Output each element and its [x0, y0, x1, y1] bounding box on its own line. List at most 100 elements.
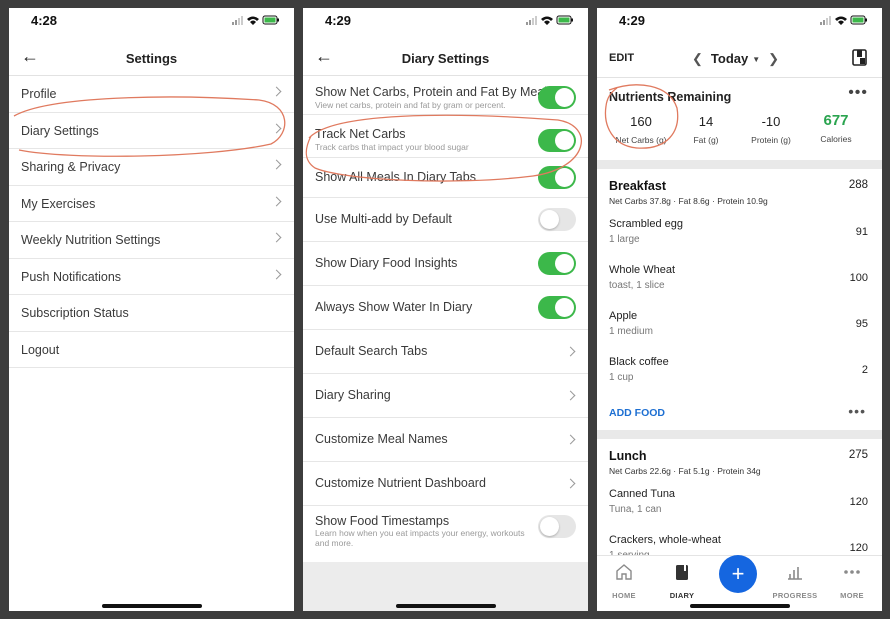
- status-icons: [526, 15, 573, 25]
- date-label: Today: [710, 51, 749, 66]
- chevron-right-icon: [271, 123, 282, 133]
- tab-diary[interactable]: DIARY: [657, 562, 707, 600]
- food-item[interactable]: Whole Wheat toast, 1 slice 100: [597, 259, 882, 305]
- settings-item-sharing-privacy[interactable]: Sharing & Privacy: [9, 149, 294, 186]
- settings-item-label: Subscription Status: [21, 306, 129, 320]
- setting-customize-nutrient-dashboard[interactable]: Customize Nutrient Dashboard: [303, 462, 588, 506]
- page-title: Diary Settings: [401, 51, 490, 66]
- toggle-knob: [555, 254, 574, 273]
- setting-customize-meal-names[interactable]: Customize Meal Names: [303, 418, 588, 462]
- settings-screen: 4:28 ← Settings Profile Diary Settings S…: [9, 8, 294, 611]
- food-item[interactable]: Apple 1 medium 95: [597, 305, 882, 351]
- section-divider: [597, 160, 882, 169]
- toggle-switch[interactable]: [538, 129, 576, 152]
- settings-item-push-notifications[interactable]: Push Notifications: [9, 259, 294, 295]
- settings-item-weekly-nutrition[interactable]: Weekly Nutrition Settings: [9, 222, 294, 259]
- chevron-right-icon: [565, 346, 576, 357]
- setting-label: Customize Meal Names: [315, 432, 448, 446]
- food-calories: 120: [849, 496, 868, 508]
- add-food-button[interactable]: ADD FOOD: [609, 407, 665, 419]
- food-calories: 2: [861, 364, 868, 376]
- date-selector[interactable]: ❮ Today ▼ ❯: [692, 51, 779, 67]
- settings-item-my-exercises[interactable]: My Exercises: [9, 186, 294, 222]
- toggle-switch[interactable]: [538, 166, 576, 189]
- toggle-switch[interactable]: [538, 86, 576, 109]
- setting-label: Diary Sharing: [315, 388, 391, 402]
- chevron-right-icon: [271, 269, 282, 279]
- food-item[interactable]: Canned Tuna Tuna, 1 can 120: [597, 483, 882, 529]
- food-item[interactable]: Black coffee 1 cup 2: [597, 351, 882, 397]
- toggle-knob: [540, 210, 559, 229]
- diary-icon: [676, 565, 688, 580]
- meal-macros: Net Carbs 22.6g · Fat 5.1g · Protein 34g: [609, 466, 761, 476]
- tab-home[interactable]: HOME: [599, 562, 649, 600]
- nutrients-remaining-card[interactable]: Nutrients Remaining ••• 160 Net Carbs (g…: [597, 78, 882, 160]
- setting-diary-sharing[interactable]: Diary Sharing: [303, 374, 588, 418]
- status-time: 4:29: [619, 13, 646, 28]
- chevron-right-icon: [271, 159, 282, 170]
- stat-unit: Calories: [820, 134, 852, 144]
- toggle-switch[interactable]: [538, 515, 576, 538]
- food-name: Scrambled egg: [609, 218, 683, 230]
- toggle-switch[interactable]: [538, 296, 576, 319]
- settings-item-profile[interactable]: Profile: [9, 76, 294, 113]
- home-indicator: [689, 604, 790, 608]
- chevron-right-icon: [271, 86, 282, 97]
- status-time: 4:29: [325, 13, 352, 28]
- tab-label: PROGRESS: [772, 591, 818, 600]
- setting-label: Show All Meals In Diary Tabs: [315, 170, 476, 184]
- toggle-knob: [555, 131, 574, 150]
- food-description: toast, 1 slice: [609, 280, 665, 291]
- setting-label: Track Net Carbs: [315, 127, 406, 141]
- settings-item-label: Diary Settings: [21, 123, 99, 138]
- status-bar: 4:29: [597, 8, 882, 36]
- food-item[interactable]: Scrambled egg 1 large 91: [597, 213, 882, 259]
- meal-calories: 288: [848, 179, 868, 191]
- tab-more[interactable]: MORE: [827, 562, 877, 600]
- stat-value: 160: [630, 114, 652, 129]
- home-indicator: [395, 604, 496, 608]
- settings-item-logout[interactable]: Logout: [9, 332, 294, 368]
- settings-item-diary-settings[interactable]: Diary Settings: [9, 113, 294, 149]
- protein-stat: -10 Protein (g): [741, 114, 801, 145]
- setting-default-search-tabs[interactable]: Default Search Tabs: [303, 330, 588, 374]
- setting-food-timestamps: Show Food Timestamps Learn how when you …: [303, 506, 588, 548]
- setting-label: Use Multi-add by Default: [315, 212, 452, 226]
- food-name: Black coffee: [609, 356, 669, 368]
- setting-show-all-meals: Show All Meals In Diary Tabs: [303, 158, 588, 198]
- more-options-icon[interactable]: •••: [848, 84, 868, 102]
- more-options-icon[interactable]: •••: [848, 403, 866, 419]
- food-name: Apple: [609, 310, 638, 322]
- chevron-right-icon: [565, 390, 576, 401]
- food-description: 1 large: [609, 234, 640, 245]
- stat-unit: Fat (g): [693, 135, 719, 145]
- lunch-section: Lunch 275 Net Carbs 22.6g · Fat 5.1g · P…: [597, 439, 882, 561]
- settings-item-subscription-status[interactable]: Subscription Status: [9, 295, 294, 332]
- edit-button[interactable]: EDIT: [609, 52, 634, 64]
- tab-progress[interactable]: PROGRESS: [770, 562, 820, 600]
- add-button[interactable]: +: [719, 555, 757, 593]
- food-name: Crackers, whole-wheat: [609, 534, 721, 546]
- meal-calories: 275: [848, 449, 868, 461]
- tab-label: DIARY: [669, 591, 695, 600]
- setting-label: Show Diary Food Insights: [315, 256, 458, 270]
- section-divider: [597, 430, 882, 439]
- settings-item-label: Logout: [21, 342, 60, 357]
- food-calories: 91: [855, 226, 868, 238]
- calendar-icon[interactable]: [852, 49, 868, 66]
- setting-show-water: Always Show Water In Diary: [303, 286, 588, 330]
- home-indicator: [101, 604, 202, 608]
- chevron-right-icon[interactable]: ❯: [768, 51, 779, 66]
- toggle-switch[interactable]: [538, 252, 576, 275]
- setting-label: Customize Nutrient Dashboard: [315, 476, 486, 490]
- settings-item-label: Sharing & Privacy: [21, 160, 121, 174]
- food-description: Tuna, 1 can: [609, 504, 662, 515]
- food-description: 1 cup: [609, 372, 634, 383]
- food-calories: 100: [849, 272, 868, 284]
- toggle-switch[interactable]: [538, 208, 576, 231]
- caret-down-icon: ▼: [752, 55, 761, 65]
- setting-label: Default Search Tabs: [315, 344, 428, 358]
- diary-settings-screen: 4:29 ← Diary Settings Show Net Carbs, Pr…: [303, 8, 588, 611]
- chevron-left-icon[interactable]: ❮: [692, 51, 703, 66]
- status-time: 4:28: [31, 13, 58, 28]
